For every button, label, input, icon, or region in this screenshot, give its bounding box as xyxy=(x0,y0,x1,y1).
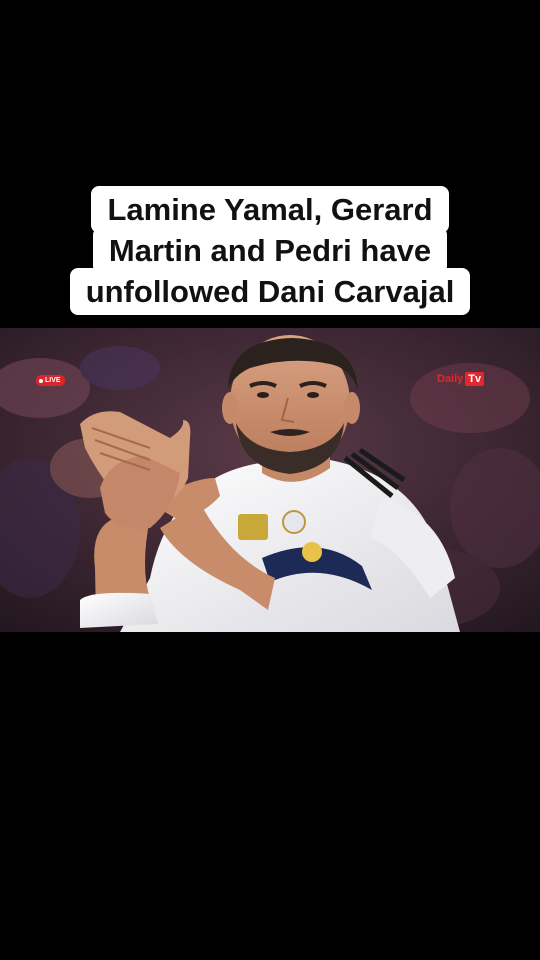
headline-line-1: Lamine Yamal, Gerard xyxy=(91,186,449,233)
headline-line-2: Martin and Pedri have xyxy=(92,227,448,274)
channel-logo-tv: Tv xyxy=(465,372,485,386)
headline-line-3: unfollowed Dani Carvajal xyxy=(69,268,471,315)
channel-logo: Daily Tv xyxy=(437,372,485,386)
headline-caption: Lamine Yamal, Gerard Martin and Pedri ha… xyxy=(0,186,540,315)
live-badge-label: LIVE xyxy=(45,377,61,384)
live-badge: LIVE xyxy=(36,375,65,386)
channel-logo-daily: Daily xyxy=(437,373,464,385)
live-dot-icon xyxy=(39,378,43,383)
